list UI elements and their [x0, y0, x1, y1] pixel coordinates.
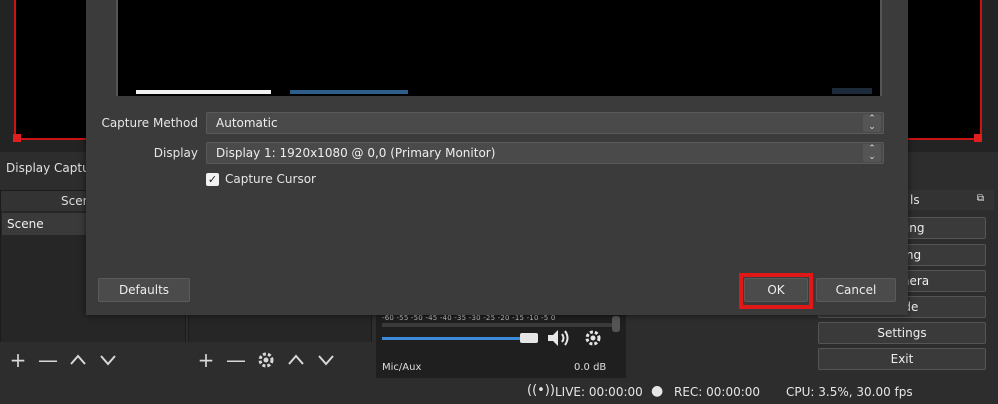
capture-method-select[interactable]: Automatic ⌃ ⌄	[206, 112, 884, 134]
remove-icon[interactable]: —	[226, 350, 246, 370]
capture-cursor-label: Capture Cursor	[225, 172, 316, 186]
capture-method-label: Capture Method	[101, 116, 198, 130]
mixer-channel-name: Mic/Aux	[382, 362, 422, 373]
resize-handle[interactable]	[974, 134, 982, 142]
move-down-icon[interactable]	[316, 350, 336, 370]
defaults-button[interactable]: Defaults	[98, 278, 190, 302]
status-bar: ((•)) LIVE: 00:00:00 ● REC: 00:00:00 CPU…	[0, 380, 998, 404]
controls-dock-title: ls ⧉	[908, 190, 994, 210]
sources-toolbar: + —	[188, 342, 372, 378]
preview-window-bar	[136, 90, 271, 94]
volume-meter	[382, 323, 612, 327]
preview-taskbar	[290, 90, 408, 94]
display-select[interactable]: Display 1: 1920x1080 @ 0,0 (Primary Moni…	[206, 142, 884, 164]
move-up-icon[interactable]	[286, 350, 306, 370]
meter-scale: -60 -55 -50 -45 -40 -35 -30 -25 -20 -15 …	[382, 314, 556, 322]
settings-button[interactable]: Settings	[818, 322, 986, 344]
rec-timer: REC: 00:00:00	[674, 385, 761, 399]
mixer-scrollbar[interactable]	[612, 316, 620, 332]
source-name-label: Display Captur	[6, 161, 95, 175]
ok-highlight-box	[739, 273, 813, 309]
exit-button[interactable]: Exit	[818, 348, 986, 370]
capture-cursor-checkbox[interactable]: ✓	[206, 173, 219, 186]
live-timer: LIVE: 00:00:00	[555, 385, 643, 399]
preview-tray	[832, 88, 872, 94]
obs-window: Display Captur Scen Scene + — + — -60 -5…	[0, 0, 998, 404]
updown-icon: ⌃ ⌄	[863, 144, 881, 162]
mixer-level: 0.0 dB	[574, 362, 607, 373]
add-icon[interactable]: +	[196, 350, 216, 370]
gear-icon[interactable]	[256, 350, 276, 370]
remove-icon[interactable]: —	[38, 350, 58, 370]
cpu-fps: CPU: 3.5%, 30.00 fps	[786, 385, 913, 399]
volume-slider-track[interactable]	[382, 337, 528, 340]
cancel-button[interactable]: Cancel	[816, 278, 896, 302]
record-icon: ●	[651, 383, 664, 399]
updown-icon: ⌃ ⌄	[863, 114, 881, 132]
add-icon[interactable]: +	[8, 350, 28, 370]
move-up-icon[interactable]	[68, 350, 88, 370]
broadcast-icon: ((•))	[527, 383, 555, 398]
speaker-icon[interactable]	[546, 328, 574, 348]
move-down-icon[interactable]	[98, 350, 118, 370]
dialog-preview	[116, 0, 882, 96]
volume-slider-handle[interactable]	[520, 333, 538, 343]
display-label: Display	[153, 146, 198, 160]
gear-icon[interactable]	[583, 328, 603, 348]
resize-handle[interactable]	[13, 134, 21, 142]
float-dock-icon[interactable]: ⧉	[977, 193, 984, 204]
scenes-toolbar: + —	[0, 342, 186, 378]
